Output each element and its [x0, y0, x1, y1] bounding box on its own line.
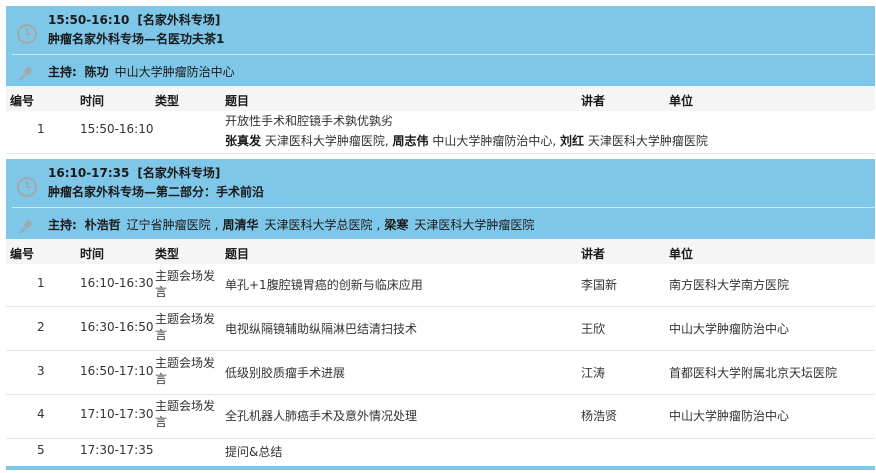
header-unit: 单位: [669, 94, 694, 108]
row-no: 2: [37, 320, 45, 334]
row-no: 1: [37, 276, 45, 290]
header-unit: 单位: [669, 247, 694, 261]
discussant-unit: 天津医科大学肿瘤医院: [264, 134, 385, 148]
table-row: 4 17:10-17:30 主题会场发言 全孔机器人肺癌手术及意外情况处理 杨浩…: [6, 395, 875, 439]
host-label: 主持:: [48, 218, 77, 232]
session-hosts: 主持: 朴浩哲 辽宁省肿瘤医院, 周清华 天津医科大学总医院, 梁寒 天津医科大学肿瘤医院: [48, 218, 535, 232]
row-speaker: 王欣: [581, 322, 606, 336]
header-speaker: 讲者: [581, 94, 606, 108]
clock-icon: [17, 177, 37, 197]
header-no: 编号: [10, 94, 35, 108]
clock-icon: [17, 24, 37, 44]
session-time: 16:10-17:35: [48, 166, 130, 180]
header-no: 编号: [10, 247, 35, 261]
row-discussants: 张真发 天津医科大学肿瘤医院, 周志伟 中山大学肿瘤防治中心, 刘红 天津医科大…: [225, 134, 708, 148]
row-type: 主题会场发言: [155, 399, 216, 429]
row-speaker: 李国新: [581, 278, 618, 292]
session-tag: [名家外科专场]: [137, 166, 221, 180]
row-topic: 开放性手术和腔镜手术孰优孰劣: [225, 114, 394, 128]
header-speaker: 讲者: [581, 247, 606, 261]
row-time: 16:50-17:10: [80, 364, 154, 378]
host-name: 朴浩哲: [84, 218, 121, 232]
host-name: 周清华: [222, 218, 259, 232]
discussant-unit: 天津医科大学肿瘤医院: [587, 134, 708, 148]
table-row: 1 15:50-16:10 开放性手术和腔镜手术孰优孰劣 张真发 天津医科大学肿…: [6, 111, 875, 154]
header-time: 时间: [80, 94, 105, 108]
discussant-name: 刘红: [560, 134, 585, 148]
discussant-name: 周志伟: [392, 134, 429, 148]
host-unit: 中山大学肿瘤防治中心: [114, 65, 235, 79]
header-type: 类型: [155, 94, 180, 108]
host-label: 主持:: [48, 65, 77, 79]
row-topic: 电视纵隔镜辅助纵隔淋巴结清扫技术: [225, 322, 418, 336]
table-header: 编号 时间 类型 题目 讲者 单位: [6, 86, 875, 111]
table-row: 1 16:10-16:30 主题会场发言 单孔+1腹腔镜胃癌的创新与临床应用 李…: [6, 264, 875, 307]
microphone-icon: [19, 67, 32, 81]
header-divider: [12, 54, 875, 55]
table-row: 2 16:30-16:50 主题会场发言 电视纵隔镜辅助纵隔淋巴结清扫技术 王欣…: [6, 307, 875, 351]
header-time: 时间: [80, 247, 105, 261]
header-topic: 题目: [225, 94, 250, 108]
table-row: 5 17:30-17:35 提问&总结: [6, 439, 875, 465]
row-time: 16:10-16:30: [80, 276, 154, 290]
row-time: 16:30-16:50: [80, 320, 154, 334]
row-unit: 南方医科大学南方医院: [669, 278, 790, 292]
session-hosts: 主持: 陈功 中山大学肿瘤防治中心: [48, 63, 235, 80]
row-type: 主题会场发言: [155, 356, 216, 386]
next-session-header-edge: [6, 466, 875, 470]
discussant-name: 张真发: [225, 134, 262, 148]
session-header: 16:10-17:35 [名家外科专场] 肿瘤名家外科专场—第二部分：手术前沿 主…: [6, 159, 875, 239]
table-header: 编号 时间 类型 题目 讲者 单位: [6, 239, 875, 264]
header-type: 类型: [155, 247, 180, 261]
row-type: 主题会场发言: [155, 269, 216, 299]
row-unit: 中山大学肿瘤防治中心: [669, 322, 790, 336]
session-title: 肿瘤名家外科专场—第二部分：手术前沿: [48, 185, 265, 199]
host-name: 陈功: [84, 65, 109, 79]
row-time: 17:10-17:30: [80, 407, 154, 421]
row-topic: 提问&总结: [225, 445, 283, 459]
host-unit: 辽宁省肿瘤医院: [126, 218, 211, 232]
row-speaker: 杨浩贤: [581, 409, 618, 423]
row-type: 主题会场发言: [155, 312, 216, 342]
host-name: 梁寒: [384, 218, 409, 232]
session-time-line: 16:10-17:35 [名家外科专场]: [48, 164, 220, 181]
session-tag: [名家外科专场]: [137, 13, 221, 27]
row-unit: 首都医科大学附属北京天坛医院: [669, 366, 838, 380]
host-unit: 天津医科大学肿瘤医院: [414, 218, 535, 232]
session-time-line: 15:50-16:10 [名家外科专场]: [48, 11, 220, 28]
session-time: 15:50-16:10: [48, 13, 130, 27]
table-row: 3 16:50-17:10 主题会场发言 低级别胶质瘤手术进展 江涛 首都医科大…: [6, 351, 875, 395]
row-speaker: 江涛: [581, 366, 606, 380]
row-no: 5: [37, 443, 45, 457]
row-topic: 全孔机器人肺癌手术及意外情况处理: [225, 409, 418, 423]
row-topic: 单孔+1腹腔镜胃癌的创新与临床应用: [225, 278, 423, 292]
row-topic: 低级别胶质瘤手术进展: [225, 366, 346, 380]
row-unit: 中山大学肿瘤防治中心: [669, 409, 790, 423]
row-no: 3: [37, 364, 45, 378]
schedule-page: 15:50-16:10 [名家外科专场] 肿瘤名家外科专场—名医功夫茶1 主持: …: [0, 0, 876, 473]
host-unit: 天津医科大学总医院: [264, 218, 373, 232]
session-title: 肿瘤名家外科专场—名医功夫茶1: [48, 32, 225, 46]
row-no: 1: [37, 122, 45, 136]
header-divider: [12, 207, 875, 208]
session-header: 15:50-16:10 [名家外科专场] 肿瘤名家外科专场—名医功夫茶1 主持: …: [6, 6, 875, 86]
row-time: 15:50-16:10: [80, 122, 154, 136]
microphone-icon: [19, 220, 32, 234]
discussant-unit: 中山大学肿瘤防治中心: [432, 134, 553, 148]
row-time: 17:30-17:35: [80, 443, 154, 457]
row-no: 4: [37, 407, 45, 421]
header-topic: 题目: [225, 247, 250, 261]
